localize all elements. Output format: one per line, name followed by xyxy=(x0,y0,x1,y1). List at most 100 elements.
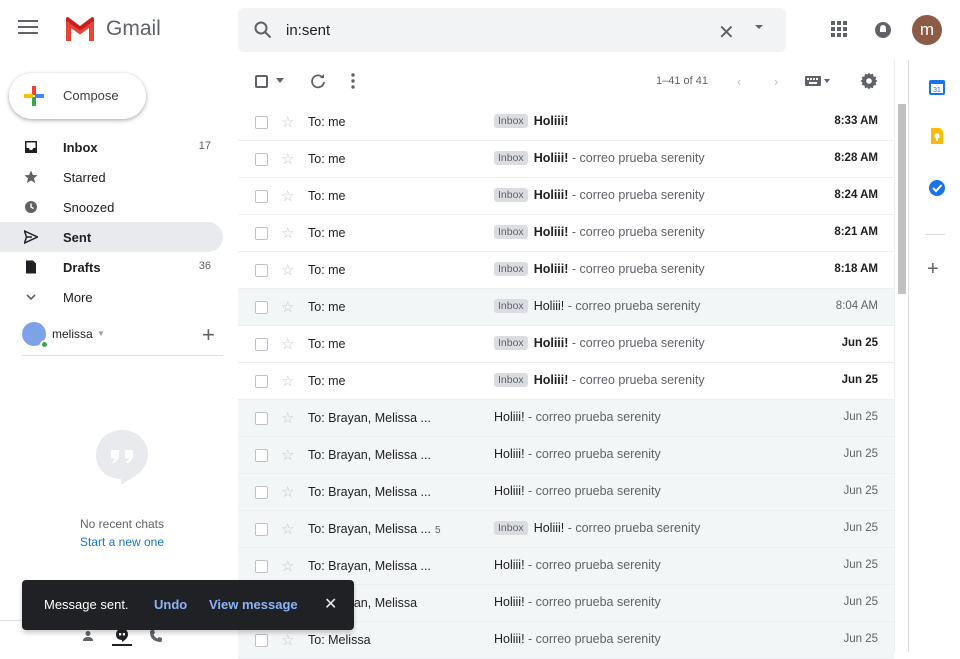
select-all-checkbox[interactable] xyxy=(255,75,268,88)
hangouts-user[interactable]: melissa ▼ + xyxy=(22,322,222,352)
settings-gear-icon[interactable] xyxy=(860,72,878,90)
inbox-label-badge[interactable]: Inbox xyxy=(494,373,528,387)
row-checkbox[interactable] xyxy=(255,634,268,647)
inbox-label-badge[interactable]: Inbox xyxy=(494,151,528,165)
keep-icon[interactable] xyxy=(928,127,946,145)
star-icon[interactable]: ☆ xyxy=(281,224,294,242)
email-date: Jun 25 xyxy=(841,374,878,386)
email-row[interactable]: ☆ To: me Inbox Holiii! 8:33 AM xyxy=(238,104,894,141)
star-icon[interactable]: ☆ xyxy=(281,187,294,205)
email-row[interactable]: ☆ To: Brayan, Melissa ... Holiii! - correo… xyxy=(238,474,894,511)
row-checkbox[interactable] xyxy=(255,264,268,277)
close-icon[interactable]: ✕ xyxy=(324,594,337,614)
start-new-chat-link[interactable]: Start a new one xyxy=(0,535,244,549)
nav-starred[interactable]: Starred xyxy=(0,162,223,192)
subject-text: Holiii! xyxy=(533,151,569,165)
recipients-text: To: Brayan, Melissa ... xyxy=(308,411,431,425)
row-checkbox[interactable] xyxy=(255,190,268,203)
draft-icon xyxy=(26,260,36,274)
search-options-icon[interactable] xyxy=(754,22,764,32)
refresh-icon[interactable] xyxy=(310,73,326,89)
row-checkbox[interactable] xyxy=(255,116,268,129)
nav-snoozed[interactable]: Snoozed xyxy=(0,192,223,222)
inbox-label-badge[interactable]: Inbox xyxy=(494,521,528,535)
inbox-label-badge[interactable]: Inbox xyxy=(494,262,528,276)
search-input[interactable] xyxy=(286,18,686,42)
next-page-icon[interactable]: › xyxy=(774,74,778,89)
subject-line: Holiii! - correo prueba serenity xyxy=(494,558,661,572)
row-checkbox[interactable] xyxy=(255,523,268,536)
user-menu-caret-icon[interactable]: ▼ xyxy=(97,329,105,338)
star-icon[interactable]: ☆ xyxy=(281,150,294,168)
row-checkbox[interactable] xyxy=(255,449,268,462)
pagination-count: 1–41 of 41 xyxy=(656,75,708,87)
recipients-text: To: me xyxy=(308,152,346,166)
nav-drafts[interactable]: Drafts 36 xyxy=(0,252,223,282)
inbox-label-badge[interactable]: Inbox xyxy=(494,299,528,313)
view-message-button[interactable]: View message xyxy=(209,597,298,612)
row-checkbox[interactable] xyxy=(255,227,268,240)
nav-sent[interactable]: Sent xyxy=(0,222,223,252)
side-panel: 31 + xyxy=(908,60,960,652)
email-row[interactable]: ☆ To: Brayan, Melissa ... Holiii! - correo… xyxy=(238,400,894,437)
subject-text: Holiii! xyxy=(533,225,569,239)
row-checkbox[interactable] xyxy=(255,375,268,388)
subject-text: Holiii! xyxy=(533,299,565,313)
prev-page-icon[interactable]: ‹ xyxy=(737,74,741,89)
inbox-label-badge[interactable]: Inbox xyxy=(494,225,528,239)
compose-button[interactable]: Compose xyxy=(9,73,146,119)
row-checkbox[interactable] xyxy=(255,560,268,573)
recipients: To: me xyxy=(308,115,346,129)
tasks-icon[interactable] xyxy=(928,179,946,197)
account-avatar[interactable]: m xyxy=(912,15,942,45)
email-row[interactable]: ☆ To: me Inbox Holiii! - correo prueba sere… xyxy=(238,178,894,215)
more-vert-icon[interactable] xyxy=(351,73,355,89)
email-row[interactable]: ☆ To: me Inbox Holiii! - correo prueba sere… xyxy=(238,252,894,289)
row-checkbox[interactable] xyxy=(255,486,268,499)
email-row[interactable]: ☆ To: me Inbox Holiii! - correo prueba sere… xyxy=(238,141,894,178)
star-icon[interactable]: ☆ xyxy=(281,409,294,427)
nav-more[interactable]: More xyxy=(0,282,223,312)
inbox-label-badge[interactable]: Inbox xyxy=(494,336,528,350)
email-date: 8:21 AM xyxy=(834,226,878,238)
new-chat-plus-icon[interactable]: + xyxy=(202,322,215,348)
inbox-label-badge[interactable]: Inbox xyxy=(494,114,528,128)
email-row[interactable]: ☆ To: me Inbox Holiii! - correo prueba sere… xyxy=(238,215,894,252)
main-menu-button[interactable] xyxy=(18,20,38,36)
star-icon[interactable]: ☆ xyxy=(281,372,294,390)
star-icon[interactable]: ☆ xyxy=(281,520,294,538)
email-row[interactable]: ☆ To: Brayan, Melissa ... 5 Inbox Holiii! - … xyxy=(238,511,894,548)
star-icon[interactable]: ☆ xyxy=(281,631,294,649)
star-icon[interactable]: ☆ xyxy=(281,557,294,575)
email-row[interactable]: ☆ To: me Inbox Holiii! - correo prueba sere… xyxy=(238,326,894,363)
row-checkbox[interactable] xyxy=(255,301,268,314)
email-row[interactable]: ☆ To: me Inbox Holiii! - correo prueba sere… xyxy=(238,289,894,326)
top-bar: Gmail ✕ m xyxy=(0,0,960,60)
row-checkbox[interactable] xyxy=(255,153,268,166)
search-icon[interactable] xyxy=(254,21,272,39)
scrollbar-thumb[interactable] xyxy=(898,104,906,294)
star-icon[interactable]: ☆ xyxy=(281,446,294,464)
clear-search-icon[interactable]: ✕ xyxy=(718,20,735,45)
star-icon[interactable]: ☆ xyxy=(281,261,294,279)
row-checkbox[interactable] xyxy=(255,338,268,351)
search-bar[interactable]: ✕ xyxy=(238,8,786,52)
email-row[interactable]: ☆ To: Brayan, Melissa ... Holiii! - correo… xyxy=(238,437,894,474)
calendar-icon[interactable]: 31 xyxy=(928,78,946,96)
input-tools-icon[interactable] xyxy=(805,76,831,86)
star-icon[interactable]: ☆ xyxy=(281,483,294,501)
star-icon[interactable]: ☆ xyxy=(281,298,294,316)
star-icon[interactable]: ☆ xyxy=(281,113,294,131)
row-checkbox[interactable] xyxy=(255,412,268,425)
apps-grid-icon[interactable] xyxy=(831,21,847,37)
undo-button[interactable]: Undo xyxy=(154,597,187,612)
recipients-text: To: me xyxy=(308,337,346,351)
inbox-label-badge[interactable]: Inbox xyxy=(494,188,528,202)
get-addons-plus-icon[interactable]: + xyxy=(927,258,939,281)
notifications-icon[interactable] xyxy=(874,21,892,39)
gmail-logo[interactable]: Gmail xyxy=(64,17,161,41)
nav-inbox[interactable]: Inbox 17 xyxy=(0,132,223,162)
email-row[interactable]: ☆ To: me Inbox Holiii! - correo prueba sere… xyxy=(238,363,894,400)
star-icon[interactable]: ☆ xyxy=(281,335,294,353)
select-options-icon[interactable] xyxy=(276,78,284,84)
